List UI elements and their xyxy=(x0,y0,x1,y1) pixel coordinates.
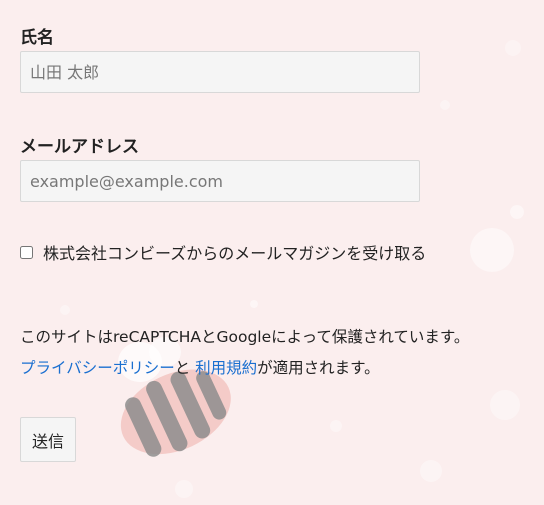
terms-of-service-link[interactable]: 利用規約 xyxy=(195,359,257,377)
newsletter-label: 株式会社コンビーズからのメールマガジンを受け取る xyxy=(43,244,427,263)
name-label: 氏名 xyxy=(20,28,54,48)
newsletter-option: 株式会社コンビーズからのメールマガジンを受け取る xyxy=(20,240,426,264)
email-field[interactable] xyxy=(20,160,420,202)
recaptcha-notice: このサイトはreCAPTCHAとGoogleによって保護されています。 プライバ… xyxy=(20,322,469,384)
name-field[interactable] xyxy=(20,51,420,93)
notice-tail-text: が適用されます。 xyxy=(257,359,380,377)
email-label: メールアドレス xyxy=(20,137,139,157)
submit-button[interactable]: 送信 xyxy=(20,417,76,462)
privacy-policy-link[interactable]: プライバシーポリシー xyxy=(20,359,175,377)
recaptcha-notice-line: このサイトはreCAPTCHAとGoogleによって保護されています。 xyxy=(20,328,470,346)
notice-and-text: と xyxy=(174,359,191,377)
newsletter-checkbox[interactable] xyxy=(20,245,33,259)
recaptcha-links-line: プライバシーポリシーと 利用規約が適用されます。 xyxy=(20,353,469,384)
